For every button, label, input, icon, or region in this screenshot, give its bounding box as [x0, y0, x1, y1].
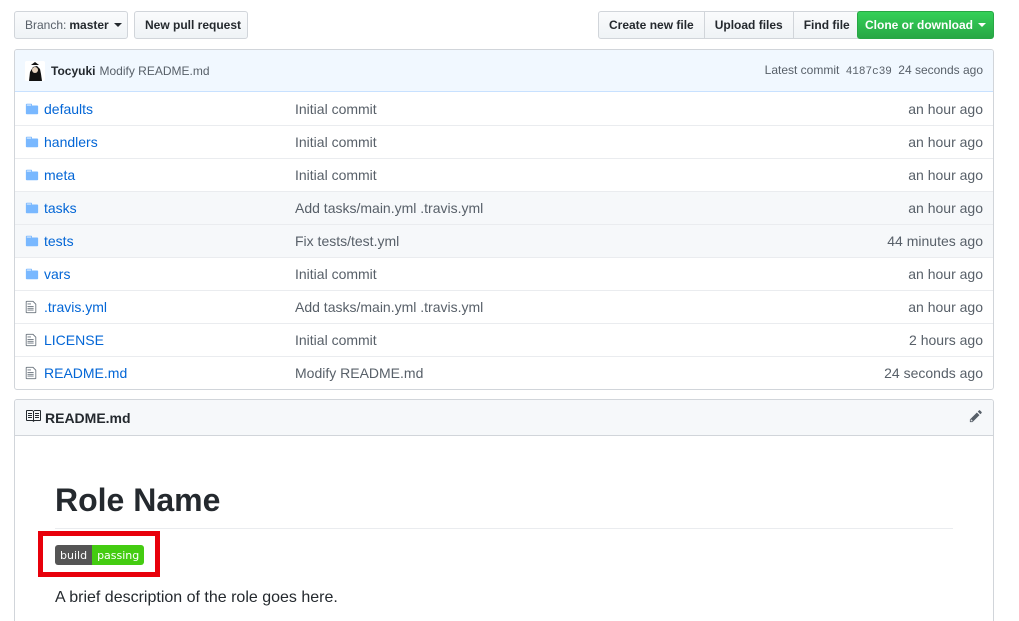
clone-or-download-button[interactable]: Clone or download — [857, 11, 994, 39]
file-name-link[interactable]: tests — [44, 233, 295, 249]
file-commit-message-link[interactable]: Fix tests/test.yml — [295, 233, 887, 249]
file-commit-age: an hour ago — [908, 100, 983, 117]
file-text-icon — [25, 333, 39, 347]
file-commit-message-link[interactable]: Modify README.md — [295, 365, 884, 381]
file-row: tasks Add tasks/main.yml .travis.yml an ho… — [15, 191, 993, 224]
file-row: handlers Initial commit an hour ago — [15, 125, 993, 158]
file-row: LICENSE Initial commit 2 hours ago — [15, 323, 993, 356]
file-commit-message-link[interactable]: Initial commit — [295, 134, 908, 150]
file-navigation-toolbar: Branch: master New pull request Create n… — [14, 11, 994, 39]
latest-commit-info: Latest commit 4187c39 24 seconds ago — [765, 63, 983, 78]
book-icon — [25, 408, 41, 427]
readme-header: README.md — [15, 400, 993, 436]
file-commit-age: an hour ago — [908, 134, 983, 150]
file-text-icon — [25, 366, 39, 380]
upload-files-button[interactable]: Upload files — [703, 11, 794, 39]
new-pull-request-button[interactable]: New pull request — [134, 11, 248, 39]
folder-icon — [25, 201, 39, 215]
file-commit-message-link[interactable]: Add tasks/main.yml .travis.yml — [295, 200, 908, 216]
latest-commit-bar: Tocyuki Modify README.md Latest commit 4… — [15, 50, 993, 92]
file-commit-age: an hour ago — [908, 299, 983, 315]
file-name-link[interactable]: defaults — [44, 101, 295, 117]
file-row: vars Initial commit an hour ago — [15, 257, 993, 290]
branch-prefix: Branch: — [25, 18, 67, 32]
file-commit-age: an hour ago — [908, 167, 983, 183]
commit-age: 24 seconds ago — [898, 63, 983, 77]
file-commit-message-link[interactable]: Initial commit — [295, 167, 908, 183]
file-name-link[interactable]: vars — [44, 266, 295, 282]
folder-icon — [25, 267, 39, 281]
file-name-link[interactable]: LICENSE — [44, 332, 295, 348]
file-row: tests Fix tests/test.yml 44 minutes ago — [15, 224, 993, 257]
clone-label: Clone or download — [865, 18, 973, 32]
folder-icon — [25, 234, 39, 248]
file-list-container: Tocyuki Modify README.md Latest commit 4… — [14, 49, 994, 390]
file-name-link[interactable]: handlers — [44, 134, 295, 150]
caret-down-icon — [113, 23, 122, 27]
readme-heading: Role Name — [55, 480, 953, 529]
file-commit-age: 44 minutes ago — [887, 233, 983, 249]
highlight-annotation-box — [38, 531, 160, 577]
commit-message-link[interactable]: Modify README.md — [99, 64, 209, 78]
file-commit-message-link[interactable]: Initial commit — [295, 332, 909, 348]
readme-box: README.md Role Name build passing A brie… — [14, 399, 994, 621]
file-commit-age: an hour ago — [908, 266, 983, 282]
file-table: defaults Initial commit an hour ago handler… — [15, 92, 993, 389]
pencil-icon[interactable] — [969, 409, 983, 426]
folder-icon — [25, 102, 39, 116]
readme-content: Role Name build passing A brief descript… — [15, 480, 993, 607]
file-name-link[interactable]: tasks — [44, 200, 295, 216]
file-name-link[interactable]: meta — [44, 167, 295, 183]
file-actions-group: Create new file Upload files Find file — [598, 11, 861, 39]
readme-filename: README.md — [45, 409, 131, 426]
commit-author-link[interactable]: Tocyuki — [51, 64, 95, 78]
avatar[interactable] — [25, 60, 45, 81]
file-name-link[interactable]: .travis.yml — [44, 299, 295, 315]
latest-commit-label: Latest commit — [764, 63, 840, 77]
file-commit-message-link[interactable]: Add tasks/main.yml .travis.yml — [295, 299, 908, 315]
file-commit-message-link[interactable]: Initial commit — [295, 266, 908, 282]
file-row: defaults Initial commit an hour ago — [15, 92, 993, 125]
file-commit-message-link[interactable]: Initial commit — [295, 101, 908, 117]
caret-down-icon — [978, 23, 986, 27]
file-row: .travis.yml Add tasks/main.yml .travis.ym… — [15, 290, 993, 323]
file-name-link[interactable]: README.md — [44, 365, 295, 381]
file-row: README.md Modify README.md 24 seconds ago — [15, 356, 993, 389]
create-new-file-button[interactable]: Create new file — [598, 11, 705, 39]
branch-select-button[interactable]: Branch: master — [14, 11, 128, 39]
readme-description: A brief description of the role goes her… — [55, 589, 338, 606]
file-commit-age: an hour ago — [908, 200, 983, 216]
folder-icon — [25, 168, 39, 182]
folder-icon — [25, 135, 39, 149]
branch-name: master — [69, 18, 109, 32]
commit-sha-link[interactable]: 4187c39 — [846, 66, 892, 78]
file-commit-age: 2 hours ago — [909, 332, 983, 348]
find-file-button[interactable]: Find file — [792, 11, 861, 39]
file-row: meta Initial commit an hour ago — [15, 158, 993, 191]
file-commit-age: 24 seconds ago — [884, 365, 983, 381]
badge-area: build passing — [38, 531, 953, 577]
file-text-icon — [25, 300, 39, 314]
